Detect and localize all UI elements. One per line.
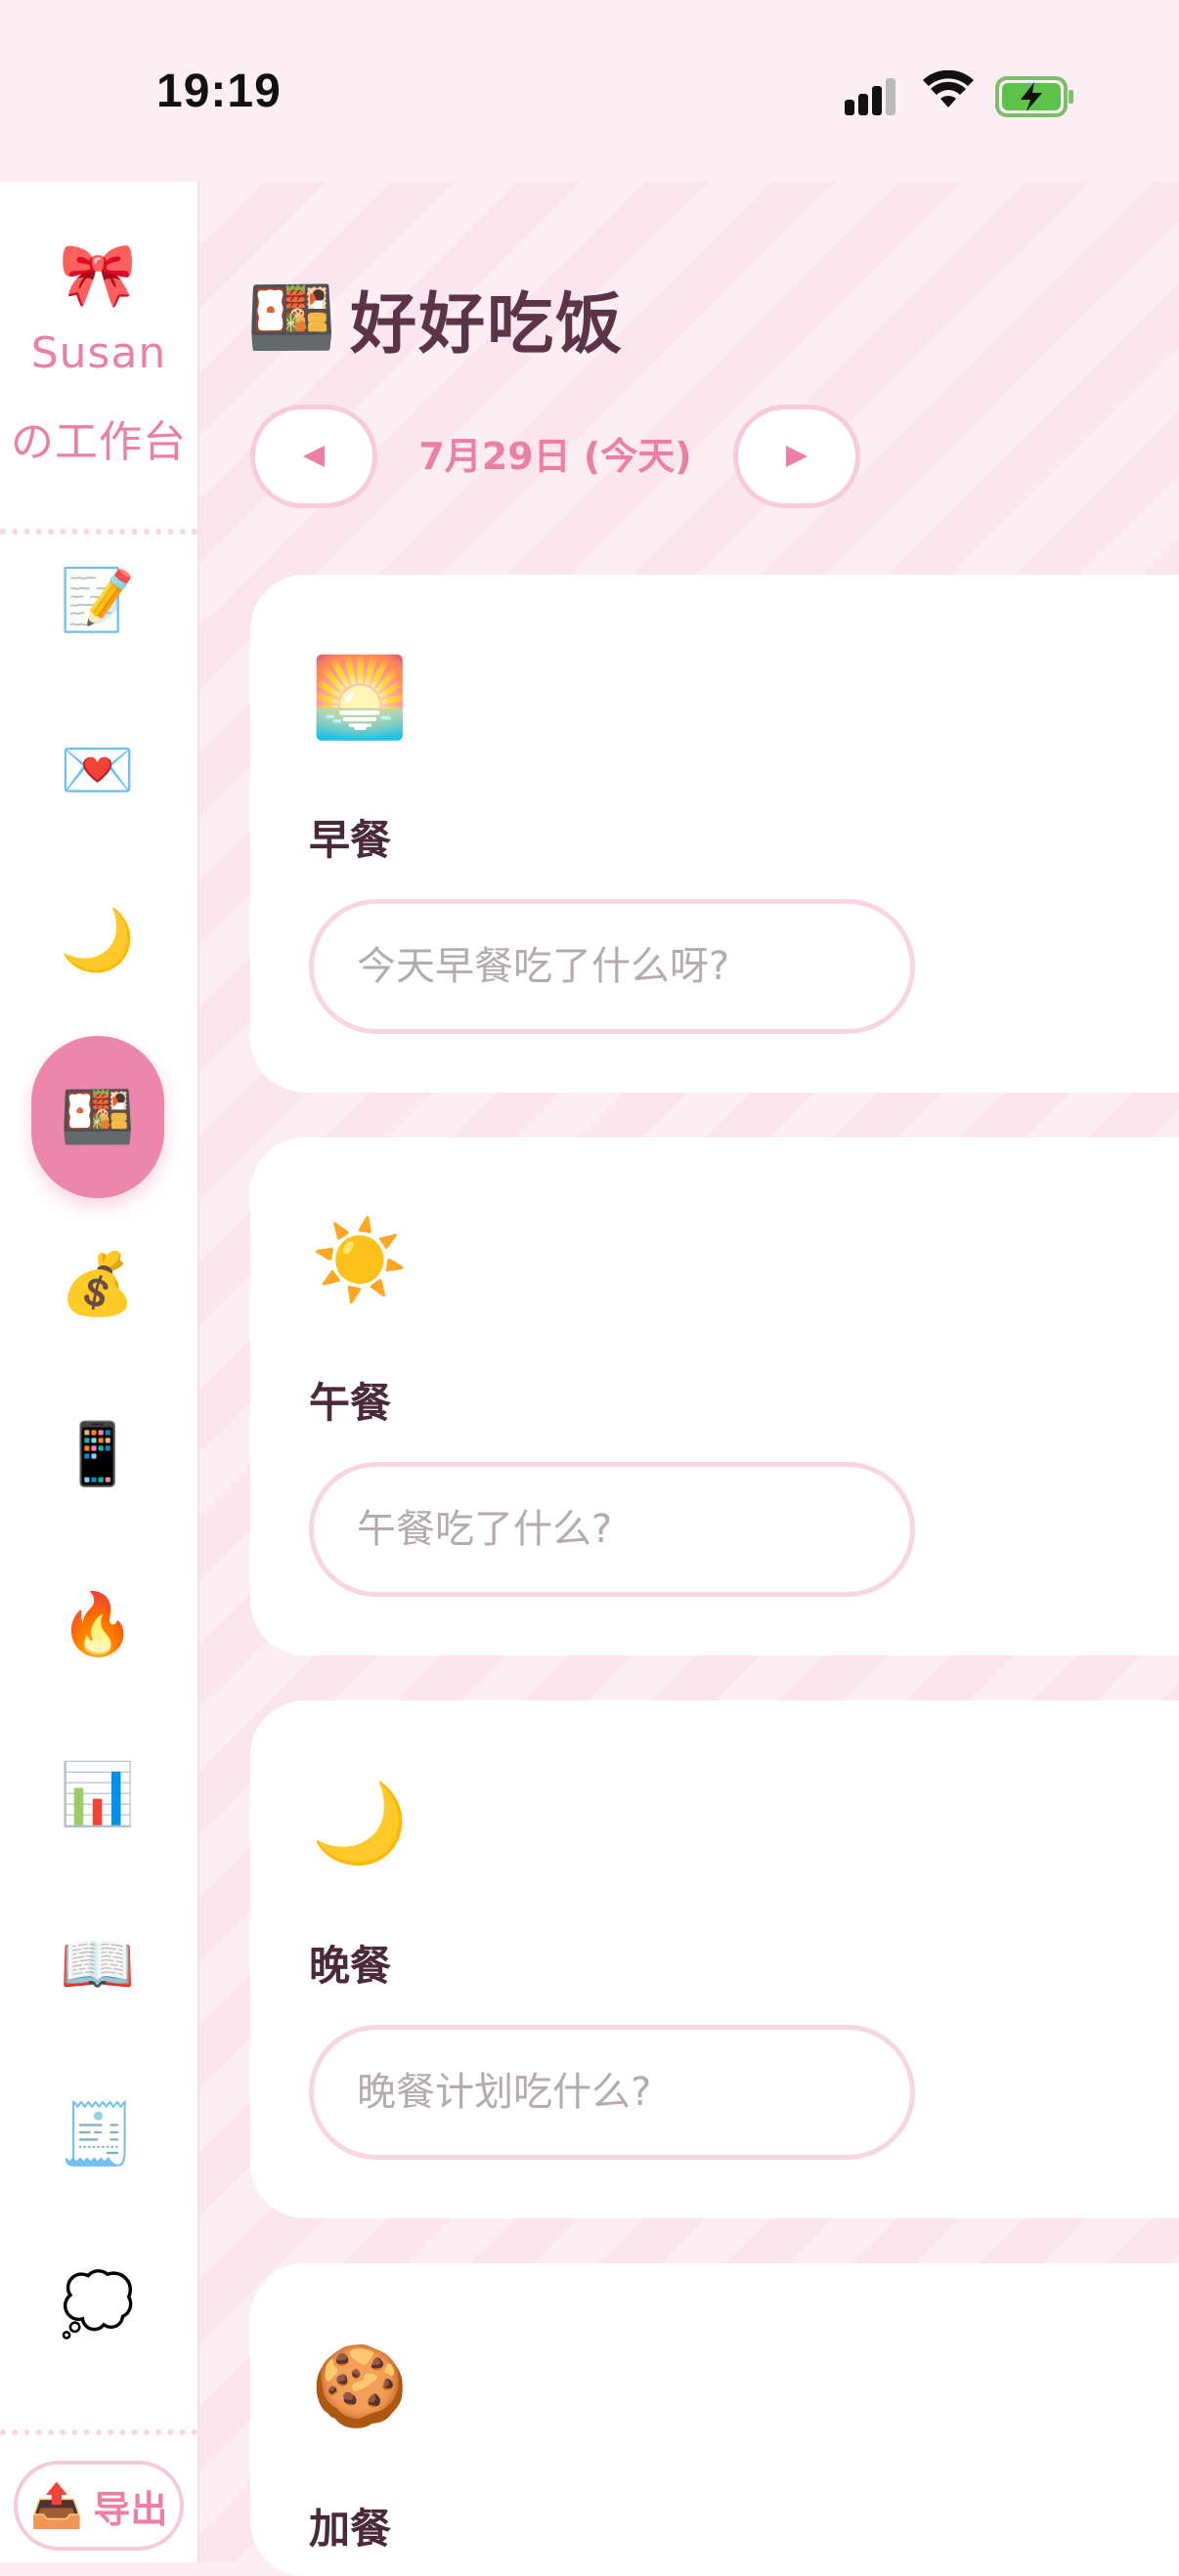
receipt-icon: 🧾 xyxy=(60,2098,136,2169)
cookie-icon: 🍪 xyxy=(311,2340,409,2431)
book-icon: 📖 xyxy=(60,1928,136,1999)
chart-icon: 📊 xyxy=(60,1758,136,1829)
phone-icon: 📱 xyxy=(60,1418,136,1489)
date-label: 7月29日 (今天) xyxy=(418,435,692,478)
sidebar-divider xyxy=(0,2429,197,2435)
sidebar-item-memo[interactable]: 📝 xyxy=(29,532,166,668)
breakfast-input[interactable] xyxy=(309,899,915,1034)
thought-bubble-icon: 💭 xyxy=(60,2268,136,2340)
meal-title: 晚餐 xyxy=(309,1942,392,1990)
meal-card-snack: 🍪 加餐 xyxy=(250,2263,1179,2576)
bento-icon: 🍱 xyxy=(60,1081,136,1152)
battery-charging-icon xyxy=(995,76,1073,117)
sidebar-item-phone[interactable]: 📱 xyxy=(29,1386,166,1523)
lunch-input[interactable] xyxy=(309,1462,915,1597)
sidebar-item-receipt[interactable]: 🧾 xyxy=(29,2066,166,2203)
triangle-left-icon xyxy=(303,446,325,467)
page-title-text: 好好吃饭 xyxy=(350,286,625,364)
meal-title: 早餐 xyxy=(309,816,392,864)
memo-icon: 📝 xyxy=(60,564,136,635)
status-time: 19:19 xyxy=(156,65,282,117)
outbox-icon: 📤 xyxy=(29,2481,84,2531)
main-content: 🍱 好好吃饭 7月29日 (今天) 🌅 早餐 ☀️ 午餐 🌙 晚餐 🍪 加餐 xyxy=(199,182,1179,2576)
export-label: 导出 xyxy=(93,2487,168,2531)
status-bar: 19:19 xyxy=(0,0,1179,182)
sidebar-item-book[interactable]: 📖 xyxy=(29,1896,166,2033)
dinner-input[interactable] xyxy=(309,2025,915,2160)
page-title: 🍱 好好吃饭 xyxy=(246,270,624,366)
sidebar-item-moon[interactable]: 🌙 xyxy=(29,872,166,1009)
previous-day-button[interactable] xyxy=(250,405,377,508)
meal-title: 午餐 xyxy=(309,1379,392,1427)
date-navigator: 7月29日 (今天) xyxy=(250,405,866,508)
fire-icon: 🔥 xyxy=(60,1588,136,1659)
love-letter-icon: 💌 xyxy=(60,734,136,805)
sidebar-item-bento[interactable]: 🍱 xyxy=(31,1036,164,1198)
cellular-signal-icon xyxy=(845,76,903,115)
moon-icon: 🌙 xyxy=(311,1778,409,1868)
meal-card-dinner: 🌙 晚餐 xyxy=(250,1700,1179,2218)
moon-icon: 🌙 xyxy=(60,904,136,975)
triangle-right-icon xyxy=(786,446,808,467)
sidebar-item-fire[interactable]: 🔥 xyxy=(29,1556,166,1693)
money-bag-icon: 💰 xyxy=(60,1248,136,1319)
bow-icon: 🎀 xyxy=(59,239,137,312)
brand-subtitle: の工作台 xyxy=(11,417,187,467)
sidebar-item-thought[interactable]: 💭 xyxy=(29,2236,166,2373)
meal-title: 加餐 xyxy=(309,2505,392,2553)
export-button[interactable]: 📤 导出 xyxy=(14,2461,184,2551)
next-day-button[interactable] xyxy=(733,405,860,508)
sidebar-item-love-letter[interactable]: 💌 xyxy=(29,702,166,838)
brand-name: Susan xyxy=(30,328,167,378)
sidebar-item-chart[interactable]: 📊 xyxy=(29,1726,166,1863)
sunrise-icon: 🌅 xyxy=(311,652,409,743)
sun-icon: ☀️ xyxy=(311,1215,409,1306)
bento-icon: 🍱 xyxy=(246,276,337,360)
meal-card-breakfast: 🌅 早餐 xyxy=(250,575,1179,1093)
wifi-icon xyxy=(923,70,974,107)
sidebar: 🎀 Susan の工作台 📝 💌 🌙 🍱 💰 📱 🔥 📊 📖 🧾 💭 📤 导出 xyxy=(0,182,199,2562)
sidebar-item-money-bag[interactable]: 💰 xyxy=(29,1216,166,1352)
meal-card-lunch: ☀️ 午餐 xyxy=(250,1138,1179,1655)
